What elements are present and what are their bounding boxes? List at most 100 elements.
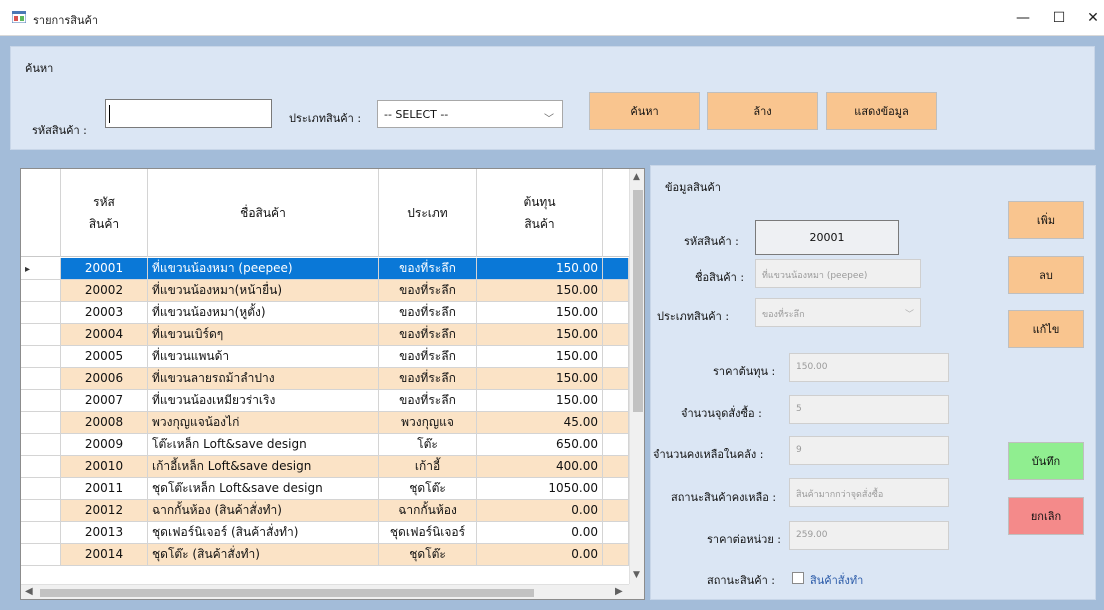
cell-name[interactable]: ฉากกั้นห้อง (สินค้าสั่งทำ) (148, 500, 379, 522)
row-header[interactable] (21, 368, 61, 390)
cell-name[interactable]: โต๊ะเหล็ก Loft&save design (148, 434, 379, 456)
cell-code[interactable]: 20007 (61, 390, 148, 412)
cell-code[interactable]: 20012 (61, 500, 148, 522)
table-row[interactable]: 20006 ที่แขวนลายรถม้าลำปาง ของที่ระลึก 150.… (21, 368, 629, 390)
add-button[interactable]: เพิ่ม (1008, 201, 1084, 239)
row-header[interactable] (21, 456, 61, 478)
row-header[interactable] (21, 324, 61, 346)
detail-stock-field[interactable]: 9 (789, 436, 949, 465)
detail-code-field[interactable]: 20001 (755, 220, 899, 255)
row-header[interactable] (21, 544, 61, 566)
cell-next[interactable] (603, 258, 629, 280)
table-row[interactable]: 20011 ชุดโต๊ะเหล็ก Loft&save design ชุดโต๊… (21, 478, 629, 500)
cell-cost[interactable]: 150.00 (477, 302, 603, 324)
cell-cost[interactable]: 45.00 (477, 412, 603, 434)
cell-next[interactable] (603, 390, 629, 412)
table-row[interactable]: 20013 ชุดเฟอร์นิเจอร์ (สินค้าสั่งทำ) ชุดเฟ… (21, 522, 629, 544)
cell-cost[interactable]: 150.00 (477, 390, 603, 412)
cell-next[interactable] (603, 500, 629, 522)
cell-cost[interactable]: 0.00 (477, 500, 603, 522)
table-row[interactable]: 20014 ชุดโต๊ะ (สินค้าสั่งทำ) ชุดโต๊ะ 0.00 (21, 544, 629, 566)
cell-name[interactable]: ที่แขวนแพนด้า (148, 346, 379, 368)
cell-type[interactable]: โต๊ะ (379, 434, 477, 456)
cell-cost[interactable]: 150.00 (477, 280, 603, 302)
cell-type[interactable]: เก้าอี้ (379, 456, 477, 478)
table-row[interactable]: 20009 โต๊ะเหล็ก Loft&save design โต๊ะ 650.0… (21, 434, 629, 456)
cell-name[interactable]: ชุดโต๊ะเหล็ก Loft&save design (148, 478, 379, 500)
detail-unit-price-field[interactable]: 259.00 (789, 521, 949, 550)
delete-button[interactable]: ลบ (1008, 256, 1084, 294)
search-code-input[interactable] (105, 99, 272, 128)
cell-type[interactable]: ชุดโต๊ะ (379, 544, 477, 566)
detail-name-field[interactable]: ที่แขวนน้องหมา (peepee) (755, 259, 921, 288)
cell-next[interactable] (603, 324, 629, 346)
cell-cost[interactable]: 1050.00 (477, 478, 603, 500)
horizontal-scrollbar[interactable]: ◀ ▶ (21, 584, 629, 599)
show-data-button[interactable]: แสดงข้อมูล (826, 92, 937, 130)
cell-name[interactable]: ชุดโต๊ะ (สินค้าสั่งทำ) (148, 544, 379, 566)
cell-type[interactable]: ของที่ระลึก (379, 258, 477, 280)
scroll-up-icon[interactable]: ▲ (633, 172, 640, 182)
cell-next[interactable] (603, 302, 629, 324)
save-button[interactable]: บันทึก (1008, 442, 1084, 480)
edit-button[interactable]: แก้ไข (1008, 310, 1084, 348)
search-type-select[interactable]: -- SELECT -- ﹀ (377, 100, 563, 128)
cell-cost[interactable]: 150.00 (477, 324, 603, 346)
made-to-order-label[interactable]: สินค้าสั่งทำ (810, 571, 863, 589)
table-row[interactable]: 20002 ที่แขวนน้องหมา(หน้ายื่น) ของที่ระลึก… (21, 280, 629, 302)
table-row[interactable]: 20007 ที่แขวนน้องเหมียวร่าเริง ของที่ระลึก… (21, 390, 629, 412)
product-grid[interactable]: รหัส สินค้า ชื่อสินค้า ประเภท ต้นทุน สิน… (20, 168, 645, 600)
cell-code[interactable]: 20002 (61, 280, 148, 302)
table-row[interactable]: 20010 เก้าอี้เหล็ก Loft&save design เก้าอี… (21, 456, 629, 478)
table-row[interactable]: 20005 ที่แขวนแพนด้า ของที่ระลึก 150.00 (21, 346, 629, 368)
cell-next[interactable] (603, 346, 629, 368)
row-header[interactable] (21, 500, 61, 522)
cell-name[interactable]: ที่แขวนน้องหมา (peepee) (148, 258, 379, 280)
close-button[interactable]: ✕ (1070, 0, 1104, 36)
cell-next[interactable] (603, 434, 629, 456)
cell-type[interactable]: ของที่ระลึก (379, 390, 477, 412)
cell-code[interactable]: 20005 (61, 346, 148, 368)
search-button[interactable]: ค้นหา (589, 92, 700, 130)
cell-code[interactable]: 20009 (61, 434, 148, 456)
cell-code[interactable]: 20004 (61, 324, 148, 346)
cell-type[interactable]: ฉากกั้นห้อง (379, 500, 477, 522)
cell-code[interactable]: 20011 (61, 478, 148, 500)
cell-cost[interactable]: 400.00 (477, 456, 603, 478)
scroll-right-icon[interactable]: ▶ (615, 586, 623, 597)
cell-code[interactable]: 20014 (61, 544, 148, 566)
cell-next[interactable] (603, 478, 629, 500)
row-header[interactable] (21, 478, 61, 500)
detail-reorder-field[interactable]: 5 (789, 395, 949, 424)
made-to-order-checkbox[interactable] (792, 572, 804, 584)
row-header[interactable] (21, 390, 61, 412)
column-header-cost[interactable]: ต้นทุน สินค้า (477, 169, 603, 257)
row-header[interactable] (21, 280, 61, 302)
cell-name[interactable]: ชุดเฟอร์นิเจอร์ (สินค้าสั่งทำ) (148, 522, 379, 544)
cell-type[interactable]: ของที่ระลึก (379, 280, 477, 302)
cell-code[interactable]: 20013 (61, 522, 148, 544)
cell-type[interactable]: ชุดเฟอร์นิเจอร์ (379, 522, 477, 544)
detail-cost-field[interactable]: 150.00 (789, 353, 949, 382)
cell-code[interactable]: 20006 (61, 368, 148, 390)
cell-code[interactable]: 20008 (61, 412, 148, 434)
cell-type[interactable]: ของที่ระลึก (379, 324, 477, 346)
row-header[interactable] (21, 302, 61, 324)
cell-cost[interactable]: 150.00 (477, 368, 603, 390)
cell-name[interactable]: พวงกุญแจน้องไก่ (148, 412, 379, 434)
column-header-next[interactable] (603, 169, 629, 257)
cell-name[interactable]: ที่แขวนน้องหมา(หูตั้ง) (148, 302, 379, 324)
cell-type[interactable]: พวงกุญแจ (379, 412, 477, 434)
cell-type[interactable]: ชุดโต๊ะ (379, 478, 477, 500)
cell-code[interactable]: 20001 (61, 258, 148, 280)
detail-type-select[interactable]: ของที่ระลึก ﹀ (755, 298, 921, 327)
row-header[interactable] (21, 412, 61, 434)
column-header-type[interactable]: ประเภท (379, 169, 477, 257)
table-row[interactable]: ▸ 20001 ที่แขวนน้องหมา (peepee) ของที่ระลึก… (21, 258, 629, 280)
cell-next[interactable] (603, 522, 629, 544)
cell-name[interactable]: ที่แขวนเบิร์ดๆ (148, 324, 379, 346)
cell-next[interactable] (603, 544, 629, 566)
column-header-code[interactable]: รหัส สินค้า (61, 169, 148, 257)
cell-name[interactable]: ที่แขวนน้องเหมียวร่าเริง (148, 390, 379, 412)
cell-next[interactable] (603, 456, 629, 478)
